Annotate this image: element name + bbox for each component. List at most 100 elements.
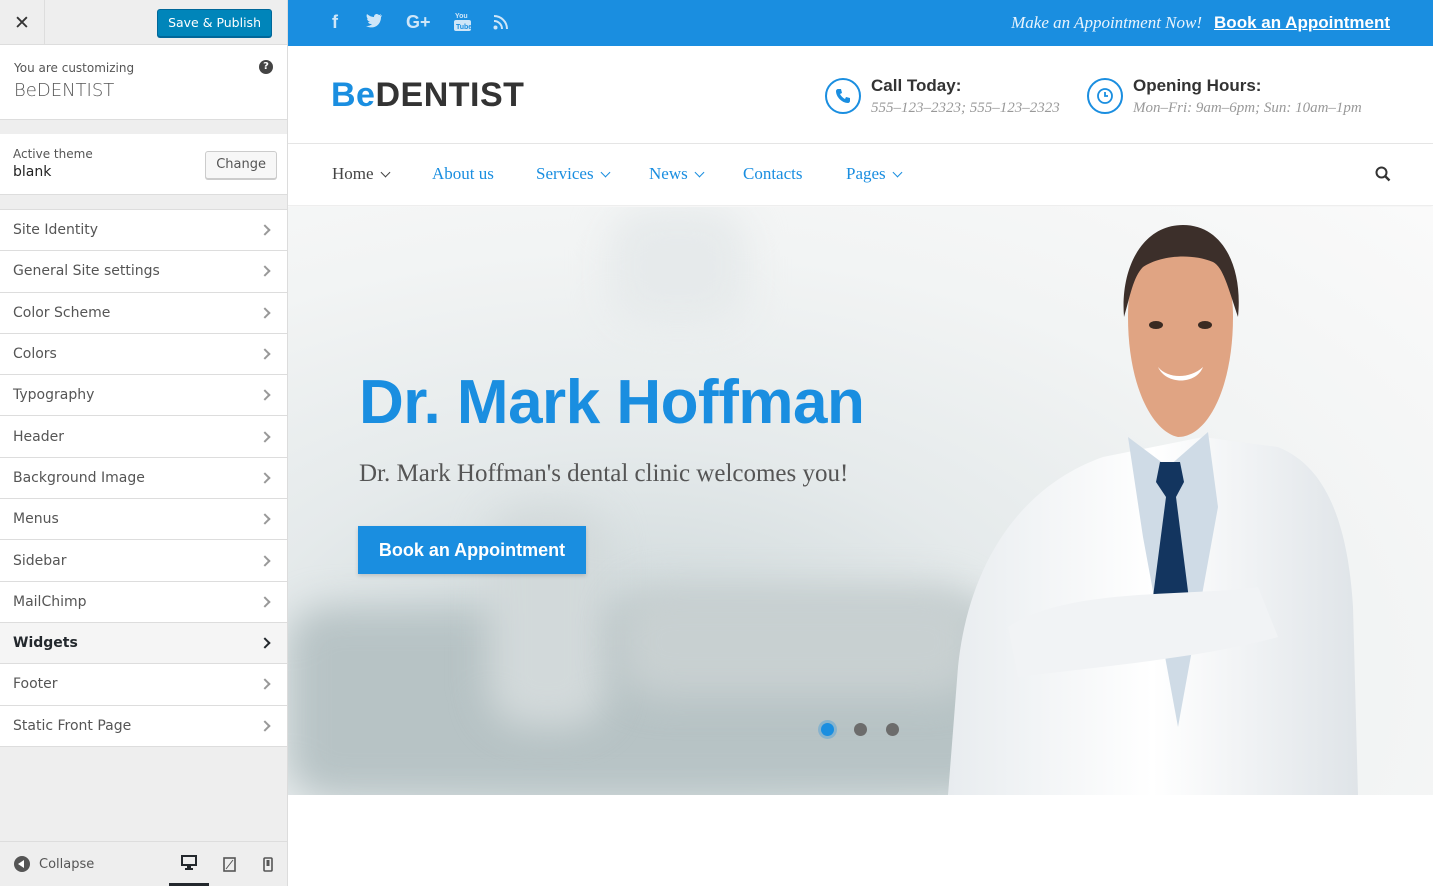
chevron-right-icon [259, 596, 271, 608]
section-widgets[interactable]: Widgets [0, 622, 287, 665]
logo-prefix: Be [331, 76, 376, 114]
customizer-sidebar: ✕ Save & Publish You are customizing BeD… [0, 0, 288, 886]
section-label: Header [13, 428, 64, 445]
chevron-down-icon [600, 167, 611, 177]
chevron-right-icon [259, 513, 271, 525]
nav-item-about-us[interactable]: About us [432, 164, 494, 184]
section-general-site-settings[interactable]: General Site settings [0, 251, 287, 293]
svg-text:You: You [455, 13, 468, 20]
section-label: Colors [13, 346, 57, 363]
desktop-preview-icon[interactable] [169, 842, 209, 886]
nav-label: Home [332, 164, 374, 183]
call-title: Call Today: [871, 76, 962, 95]
background-blur [618, 587, 978, 697]
section-label: General Site settings [13, 263, 160, 280]
nav-item-pages[interactable]: Pages [846, 164, 903, 184]
section-background-image[interactable]: Background Image [0, 457, 287, 500]
section-typography[interactable]: Typography [0, 375, 287, 417]
close-icon[interactable]: ✕ [0, 0, 45, 45]
active-theme-panel: Active theme blank Change [0, 134, 287, 195]
chevron-right-icon [259, 307, 271, 319]
chevron-right-icon [259, 554, 271, 567]
section-label: Widgets [13, 635, 78, 652]
nav-label: Services [536, 164, 594, 183]
google-plus-icon[interactable]: G+ [406, 12, 431, 33]
section-static-front-page[interactable]: Static Front Page [0, 705, 287, 747]
section-label: Static Front Page [13, 717, 132, 734]
hero-title: Dr. Mark Hoffman [359, 368, 865, 437]
site-preview: f G+ You Tube Make an Appointment Now! Bo… [288, 0, 1433, 886]
section-color-scheme[interactable]: Color Scheme [0, 292, 287, 334]
tablet-preview-icon[interactable] [209, 842, 249, 886]
header-logo-row: BeDENTIST Call Today: 555–123–2323; 555–… [288, 46, 1433, 144]
hours-text: Mon–Fri: 9am–6pm; Sun: 10am–1pm [1133, 100, 1362, 116]
facebook-icon[interactable]: f [332, 12, 338, 33]
section-footer[interactable]: Footer [0, 664, 287, 706]
nav-item-contacts[interactable]: Contacts [743, 164, 803, 184]
twitter-icon[interactable] [365, 12, 383, 33]
chevron-down-icon [892, 167, 903, 177]
customizing-info: You are customizing BeDENTIST ? [0, 45, 287, 120]
rss-icon[interactable] [493, 14, 508, 35]
chevron-right-icon [259, 265, 271, 278]
site-logo[interactable]: BeDENTIST [331, 76, 524, 115]
topbar-cta: Make an Appointment Now! Book an Appoint… [1011, 13, 1390, 33]
chevron-right-icon [259, 637, 271, 649]
section-mailchimp[interactable]: MailChimp [0, 581, 287, 623]
section-sidebar[interactable]: Sidebar [0, 540, 287, 582]
nav-label: Pages [846, 164, 886, 183]
hours-title: Opening Hours: [1133, 76, 1262, 95]
save-publish-button[interactable]: Save & Publish [157, 9, 272, 37]
help-icon[interactable]: ? [259, 60, 273, 74]
doctor-photo [948, 225, 1358, 795]
site-name: BeDENTIST [14, 80, 115, 101]
nav-label: News [649, 164, 688, 183]
chevron-right-icon [259, 720, 271, 732]
change-theme-button[interactable]: Change [205, 151, 277, 179]
section-menus[interactable]: Menus [0, 499, 287, 541]
collapse-label: Collapse [39, 856, 95, 872]
section-label: Menus [13, 511, 59, 528]
svg-text:Tube: Tube [456, 24, 471, 31]
hero-slider: Dr. Mark Hoffman Dr. Mark Hoffman's dent… [288, 207, 1433, 795]
section-label: Site Identity [13, 222, 98, 239]
chevron-right-icon [259, 472, 271, 484]
section-label: Footer [13, 676, 58, 693]
logo-main: DENTIST [375, 76, 525, 114]
book-appointment-button[interactable]: Book an Appointment [358, 526, 586, 574]
call-numbers: 555–123–2323; 555–123–2323 [871, 100, 1060, 116]
section-label: MailChimp [13, 593, 87, 610]
chevron-down-icon [380, 167, 390, 177]
clock-icon [1087, 78, 1123, 114]
topbar-book-link[interactable]: Book an Appointment [1214, 13, 1390, 33]
phone-icon [825, 78, 861, 114]
chevron-right-icon [259, 678, 271, 691]
collapse-arrow-icon [14, 856, 30, 872]
search-icon[interactable] [1375, 166, 1391, 187]
collapse-button[interactable]: Collapse [14, 856, 94, 872]
nav-item-news[interactable]: News [649, 164, 705, 184]
sidebar-footer: Collapse [0, 841, 287, 886]
chevron-right-icon [259, 348, 271, 360]
mobile-preview-icon[interactable] [248, 842, 288, 886]
slider-dot-1[interactable] [821, 723, 834, 736]
section-label: Sidebar [13, 552, 67, 569]
chevron-down-icon [694, 167, 705, 177]
youtube-icon[interactable]: You Tube [454, 11, 472, 36]
nav-item-home[interactable]: Home [332, 164, 390, 184]
nav-label: Contacts [743, 164, 803, 183]
background-blur [608, 207, 748, 327]
chevron-right-icon [259, 430, 271, 443]
section-header[interactable]: Header [0, 416, 287, 458]
top-bar: f G+ You Tube Make an Appointment Now! Bo… [288, 0, 1433, 46]
section-site-identity[interactable]: Site Identity [0, 210, 287, 252]
hours-info: Opening Hours: Mon–Fri: 9am–6pm; Sun: 10… [1087, 76, 1362, 117]
slider-dot-3[interactable] [886, 723, 899, 736]
nav-item-services[interactable]: Services [536, 164, 611, 184]
slider-dot-2[interactable] [854, 723, 867, 736]
chevron-right-icon [259, 224, 271, 236]
customizing-label: You are customizing [14, 61, 135, 75]
sidebar-header: ✕ Save & Publish [0, 0, 287, 45]
section-colors[interactable]: Colors [0, 333, 287, 376]
section-label: Background Image [13, 469, 145, 486]
